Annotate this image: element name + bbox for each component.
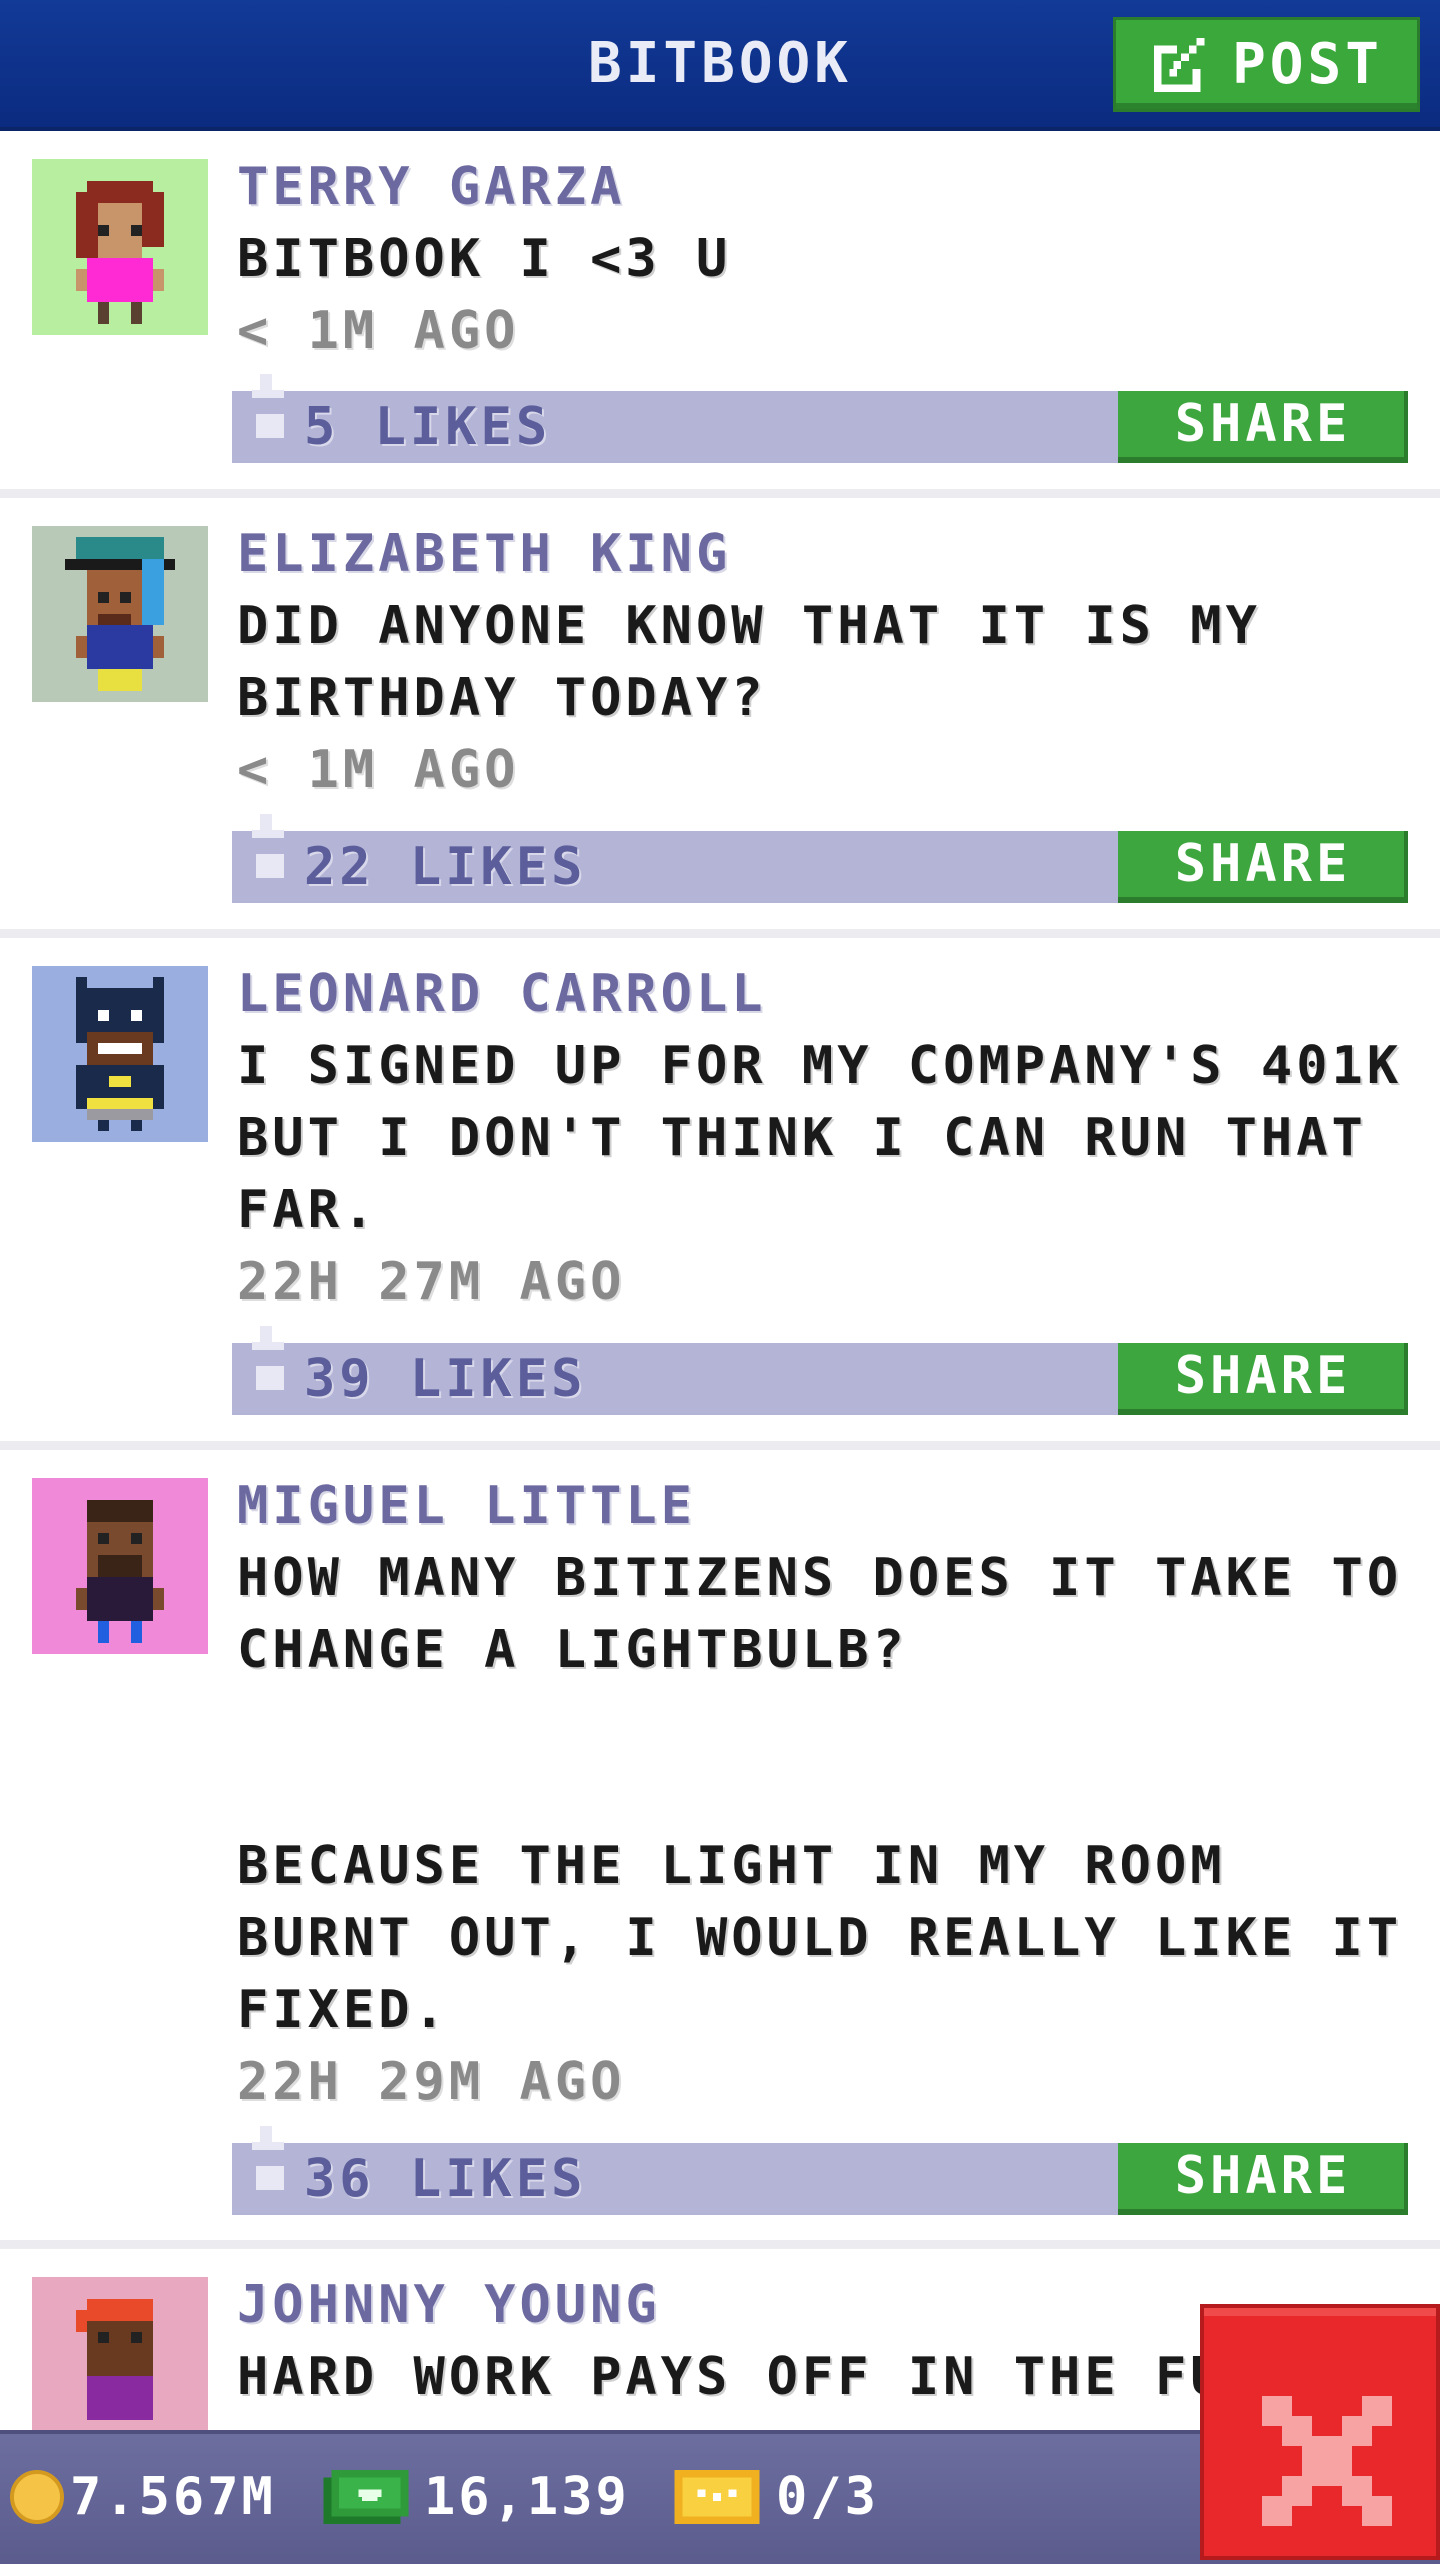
feed-post: MIGUEL LITTLE HOW MANY BITIZENS DOES IT … [0, 1450, 1440, 2249]
coins-display: 7.567M [10, 2434, 276, 2560]
close-button[interactable] [1200, 2304, 1440, 2560]
coin-icon [10, 2470, 64, 2524]
thumbs-up-icon[interactable] [248, 2125, 288, 2207]
share-button[interactable]: SHARE [1118, 831, 1408, 903]
feed-post: LEONARD CARROLL I SIGNED UP FOR MY COMPA… [0, 938, 1440, 1450]
like-count: 39 LIKES [304, 1349, 587, 1409]
post-text: BITBOOK I <3 U [237, 229, 732, 289]
like-bar: 36 LIKES SHARE [232, 2126, 1408, 2215]
post-time: 22H 27M AGO [237, 1252, 626, 1312]
post-time: < 1M AGO [237, 301, 520, 361]
avatar[interactable] [32, 966, 208, 1142]
avatar[interactable] [32, 526, 208, 702]
post-author[interactable]: TERRY GARZA [237, 151, 1410, 223]
post-text: DID ANYONE KNOW THAT IT IS MY BIRTHDAY T… [237, 596, 1261, 728]
feed-post: TERRY GARZA BITBOOK I <3 U < 1M AGO 5 LI… [0, 131, 1440, 498]
thumbs-up-icon[interactable] [248, 1325, 288, 1407]
ticket-icon [674, 2470, 760, 2524]
bux-icon [323, 2470, 409, 2524]
post-button-label: POST [1232, 32, 1383, 97]
post-time: < 1M AGO [237, 740, 520, 800]
like-bar: 39 LIKES SHARE [232, 1326, 1408, 1415]
thumbs-up-icon[interactable] [248, 373, 288, 455]
avatar[interactable] [32, 159, 208, 335]
bux-value: 16,139 [424, 2467, 630, 2527]
tickets-value: 0/3 [776, 2467, 879, 2527]
like-count: 22 LIKES [304, 837, 587, 897]
post-button[interactable]: POST [1113, 17, 1420, 112]
post-author[interactable]: MIGUEL LITTLE [237, 1470, 1410, 1542]
avatar-image [76, 977, 164, 1131]
share-button[interactable]: SHARE [1118, 1343, 1408, 1415]
like-count: 36 LIKES [304, 2149, 587, 2209]
avatar-image [76, 1500, 164, 1643]
compose-icon [1153, 37, 1205, 92]
post-author[interactable]: ELIZABETH KING [237, 518, 1410, 590]
post-author[interactable]: LEONARD CARROLL [237, 958, 1410, 1030]
like-bar: 22 LIKES SHARE [232, 814, 1408, 903]
share-button[interactable]: SHARE [1118, 391, 1408, 463]
thumbs-up-icon[interactable] [248, 813, 288, 895]
close-icon [1262, 2396, 1392, 2526]
avatar[interactable] [32, 2277, 208, 2453]
feed[interactable]: TERRY GARZA BITBOOK I <3 U < 1M AGO 5 LI… [0, 131, 1440, 2549]
post-text: I SIGNED UP FOR MY COMPANY'S 401K BUT I … [237, 1036, 1403, 1240]
bux-display[interactable]: 16,139 [322, 2434, 630, 2560]
like-count: 5 LIKES [304, 397, 552, 457]
post-text: HOW MANY BITIZENS DOES IT TAKE TO CHANGE… [237, 1548, 1403, 2040]
like-bar: 5 LIKES SHARE [232, 374, 1408, 463]
avatar[interactable] [32, 1478, 208, 1654]
tickets-display[interactable]: 0/3 [672, 2434, 879, 2560]
header-bar: BITBOOK POST [0, 0, 1440, 131]
avatar-image [76, 181, 164, 324]
post-time: 22H 29M AGO [237, 2052, 626, 2112]
avatar-image [76, 2299, 153, 2420]
feed-post: ELIZABETH KING DID ANYONE KNOW THAT IT I… [0, 498, 1440, 938]
share-button[interactable]: SHARE [1118, 2143, 1408, 2215]
avatar-image [65, 537, 175, 691]
coins-value: 7.567M [70, 2467, 276, 2527]
